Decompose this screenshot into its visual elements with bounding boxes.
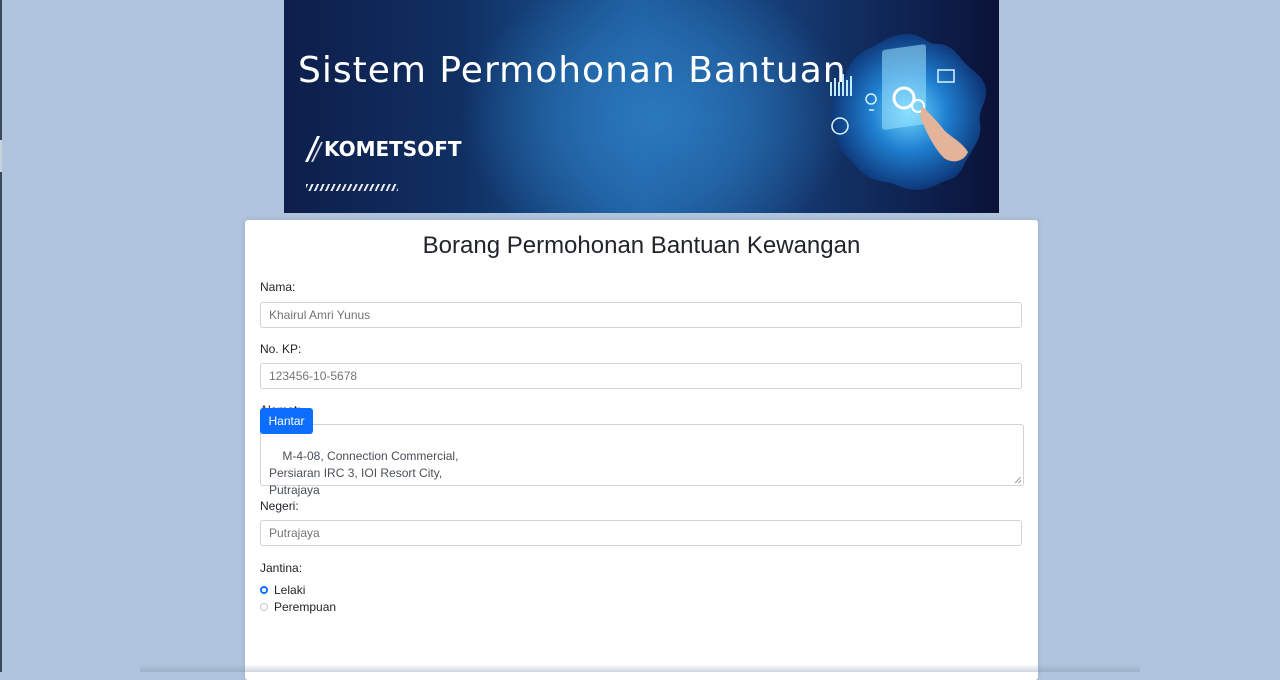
radio-lelaki-checked-icon[interactable] bbox=[260, 586, 268, 594]
radio-perempuan-icon[interactable] bbox=[260, 603, 268, 611]
jantina-label: Jantina: bbox=[260, 561, 303, 575]
radio-option-lelaki[interactable]: Lelaki bbox=[260, 583, 305, 597]
negeri-label: Negeri: bbox=[260, 499, 299, 513]
radio-option-perempuan[interactable]: Perempuan bbox=[260, 600, 336, 614]
window-edge-marker bbox=[0, 140, 2, 172]
bottom-shadow bbox=[140, 664, 1140, 672]
negeri-input[interactable] bbox=[260, 520, 1022, 546]
form-container: Borang Permohonan Bantuan Kewangan Nama:… bbox=[245, 0, 1038, 672]
radio-lelaki-label: Lelaki bbox=[274, 583, 306, 597]
form-title: Borang Permohonan Bantuan Kewangan bbox=[422, 232, 861, 259]
alamat-textarea[interactable]: M-4-08, Connection Commercial, Persiaran… bbox=[260, 424, 1024, 497]
alamat-text: M-4-08, Connection Commercial, Persiaran… bbox=[269, 449, 459, 497]
nama-input[interactable] bbox=[260, 302, 1022, 328]
no-kp-input[interactable] bbox=[260, 363, 1022, 389]
nama-label: Nama: bbox=[260, 280, 296, 294]
submit-button[interactable]: Hantar bbox=[260, 408, 313, 434]
radio-perempuan-label: Perempuan bbox=[274, 600, 337, 614]
resize-grip-icon[interactable] bbox=[1015, 477, 1021, 483]
no-kp-label: No. KP: bbox=[260, 342, 302, 356]
window-edge bbox=[0, 0, 2, 672]
